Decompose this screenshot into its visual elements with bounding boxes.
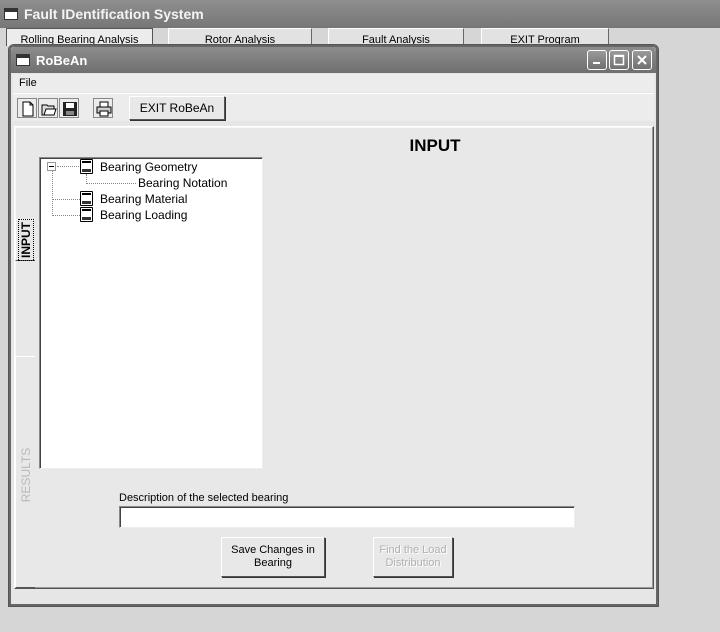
bearing-tree[interactable]: Bearing Geometry Bearing Notation Bearin…	[39, 157, 263, 469]
page-title: INPUT	[409, 136, 461, 155]
open-folder-button[interactable]	[38, 98, 58, 118]
open-folder-icon	[41, 104, 57, 116]
outer-app-title: Fault IDentification System	[24, 6, 204, 22]
maximize-button[interactable]	[609, 50, 629, 70]
outer-app-titlebar: Fault IDentification System	[0, 0, 720, 28]
minimize-button[interactable]	[587, 50, 607, 70]
print-icon	[96, 101, 112, 117]
tree-connector	[52, 170, 53, 216]
description-field[interactable]	[119, 506, 575, 528]
tree-connector	[52, 199, 80, 200]
exit-robean-button[interactable]: EXIT RoBeAn	[129, 96, 225, 120]
print-button[interactable]	[93, 98, 113, 118]
tree-connector	[57, 166, 79, 167]
menu-bar: File	[13, 74, 654, 92]
window-icon	[16, 54, 30, 66]
window-icon	[4, 8, 18, 20]
tree-connector	[86, 183, 136, 184]
closed-book-icon	[80, 207, 93, 222]
close-icon	[637, 55, 647, 65]
find-load-distribution-button[interactable]: Find the Load Distribution	[373, 537, 453, 577]
tab-input[interactable]: INPUT	[15, 217, 35, 263]
closed-book-icon	[80, 191, 93, 206]
toolbar: EXIT RoBeAn	[13, 93, 654, 121]
save-changes-button[interactable]: Save Changes in Bearing	[221, 537, 325, 577]
save-disk-icon	[63, 102, 77, 116]
tab-input-label: INPUT	[18, 217, 33, 263]
new-file-icon	[22, 101, 34, 117]
tree-node-bearing-loading[interactable]: Bearing Loading	[100, 208, 187, 222]
input-page: INPUT Bearing Geometry Bearing Notation …	[35, 128, 651, 586]
window-title: RoBeAn	[36, 52, 88, 68]
menu-file[interactable]: File	[17, 77, 39, 89]
save-button[interactable]	[59, 98, 79, 118]
robean-window: RoBeAn File EXIT RoBeAn INPUT RESULTS IN…	[8, 44, 659, 607]
tab-results[interactable]: RESULTS	[15, 356, 35, 588]
tree-node-bearing-geometry[interactable]: Bearing Geometry	[100, 160, 197, 174]
new-file-button[interactable]	[17, 98, 37, 118]
tab-results-label: RESULTS	[18, 447, 33, 503]
close-button[interactable]	[632, 50, 652, 70]
tab-panel: INPUT RESULTS INPUT Bearing Geometry Bea…	[14, 126, 654, 589]
maximize-icon	[613, 54, 625, 66]
collapse-icon[interactable]	[47, 162, 56, 171]
minimize-icon	[593, 62, 600, 64]
tree-node-bearing-notation[interactable]: Bearing Notation	[138, 176, 227, 190]
robean-titlebar[interactable]: RoBeAn	[11, 47, 656, 73]
tree-node-bearing-material[interactable]: Bearing Material	[100, 192, 187, 206]
closed-book-icon	[80, 159, 93, 174]
tree-connector	[52, 215, 80, 216]
description-label: Description of the selected bearing	[119, 492, 289, 504]
